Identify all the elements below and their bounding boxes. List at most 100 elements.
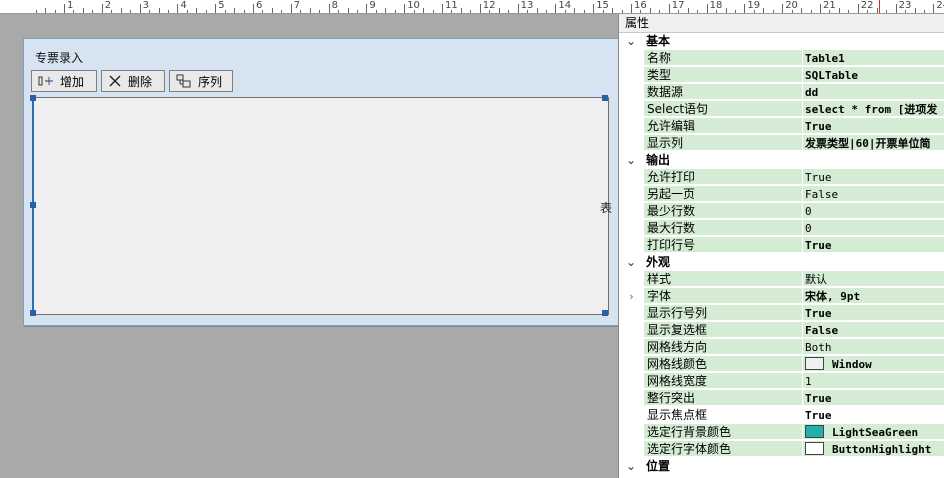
property-row[interactable]: 类型 SQLTable (619, 67, 944, 84)
property-name: 名称 (644, 50, 802, 66)
delete-button[interactable]: 删除 (101, 70, 165, 92)
ruler-tick (564, 10, 566, 13)
ruler-tick (120, 8, 122, 13)
property-panel: 属性 ⌄ 基本 名称 Table1 类型 SQLTable 数据源 dd Select语句 sel… (618, 14, 944, 478)
ruler-tick (111, 10, 113, 13)
ruler-tick (772, 10, 774, 13)
form-window[interactable]: 专票录入 增加 删除 序列 表 (23, 38, 620, 326)
property-row[interactable]: 名称 Table1 (619, 50, 944, 67)
resize-handle-bottom-right[interactable] (602, 310, 608, 316)
property-value[interactable]: False (803, 186, 944, 202)
property-row[interactable]: 选定行背景颜色 LightSeaGreen (619, 424, 944, 441)
property-row[interactable]: › 字体 宋体, 9pt (619, 288, 944, 305)
add-button-label: 增加 (60, 74, 85, 89)
property-row[interactable]: 最大行数 0 (619, 220, 944, 237)
property-value[interactable]: True (803, 237, 944, 253)
ruler-tick (612, 8, 614, 13)
ruler-tick (319, 10, 321, 13)
property-value[interactable]: True (803, 407, 944, 423)
sequence-button[interactable]: 序列 (169, 70, 233, 92)
resize-handle-top-right[interactable] (602, 95, 608, 101)
property-value[interactable]: 0 (803, 203, 944, 219)
ruler-number: 6 (256, 0, 263, 11)
ruler-number: 5 (218, 0, 225, 11)
ruler-tick (498, 8, 500, 13)
property-value[interactable]: False (803, 322, 944, 338)
property-category[interactable]: ⌄ 输出 (619, 152, 944, 169)
ruler-tick (35, 10, 37, 13)
property-value[interactable]: 宋体, 9pt (803, 288, 944, 304)
property-name: 允许编辑 (644, 118, 802, 134)
category-label: 基本 (646, 34, 671, 48)
property-row[interactable]: 最少行数 0 (619, 203, 944, 220)
resize-handle-left[interactable] (30, 202, 36, 208)
property-value[interactable]: 1 (803, 373, 944, 389)
ruler-tick (356, 10, 358, 13)
property-row[interactable]: 整行突出 True (619, 390, 944, 407)
ruler-tick (385, 8, 387, 13)
collapse-chevron-icon[interactable]: ⌄ (626, 152, 638, 169)
ruler-tick (574, 8, 576, 13)
property-row[interactable]: 显示复选框 False (619, 322, 944, 339)
ruler-tick (167, 10, 169, 13)
property-name: 数据源 (644, 84, 802, 100)
property-row[interactable]: 打印行号 True (619, 237, 944, 254)
add-icon (38, 76, 53, 86)
property-category[interactable]: ⌄ 位置 (619, 458, 944, 475)
ruler-tick (290, 4, 292, 13)
property-row[interactable]: 数据源 dd (619, 84, 944, 101)
property-row[interactable]: Select语句 select * from [进项发 (619, 101, 944, 118)
collapse-chevron-icon[interactable]: ⌄ (626, 33, 638, 50)
property-row[interactable]: 网格线宽度 1 (619, 373, 944, 390)
property-value[interactable]: True (803, 118, 944, 134)
resize-handle-top-left[interactable] (30, 95, 36, 101)
property-category[interactable]: ⌄ 外观 (619, 254, 944, 271)
property-row[interactable]: 显示列 发票类型|60|开票单位简 (619, 135, 944, 152)
property-row[interactable]: 另起一页 False (619, 186, 944, 203)
property-row[interactable]: 样式 默认 (619, 271, 944, 288)
property-value[interactable]: SQLTable (803, 67, 944, 83)
property-value[interactable]: Both (803, 339, 944, 355)
property-name: 允许打印 (644, 169, 802, 185)
property-row[interactable]: 允许编辑 True (619, 118, 944, 135)
ruler-tick (489, 10, 491, 13)
property-value[interactable]: ButtonHighlight (803, 441, 944, 457)
property-value[interactable]: Table1 (803, 50, 944, 66)
property-value-text: True (805, 120, 832, 133)
property-value[interactable]: Window (803, 356, 944, 372)
data-table[interactable] (32, 97, 609, 315)
ruler-tick (706, 4, 708, 13)
ruler-number: 8 (331, 0, 338, 11)
collapse-chevron-icon[interactable]: ⌄ (626, 458, 638, 475)
property-row[interactable]: 网格线方向 Both (619, 339, 944, 356)
property-value-text: 默认 (805, 273, 827, 286)
ruler-tick (876, 8, 878, 13)
property-value[interactable]: True (803, 305, 944, 321)
ruler-tick (328, 4, 330, 13)
property-value-text: 1 (805, 375, 812, 388)
property-category[interactable]: ⌄ 基本 (619, 33, 944, 50)
property-row[interactable]: 显示行号列 True (619, 305, 944, 322)
property-row[interactable]: 显示焦点框 True (619, 407, 944, 424)
ruler-tick (820, 4, 821, 13)
property-value[interactable]: True (803, 169, 944, 185)
property-value-text: True (805, 409, 832, 422)
expand-chevron-icon[interactable]: › (619, 288, 644, 305)
property-value[interactable]: 默认 (803, 271, 944, 287)
collapse-chevron-icon[interactable]: ⌄ (626, 254, 638, 271)
resize-handle-bottom-left[interactable] (30, 310, 36, 316)
property-value[interactable]: 0 (803, 220, 944, 236)
add-button[interactable]: 增加 (31, 70, 97, 92)
property-row[interactable]: 允许打印 True (619, 169, 944, 186)
property-value[interactable]: select * from [进项发 (803, 101, 944, 117)
property-name: 显示列 (644, 135, 802, 151)
ruler-tick (668, 4, 670, 13)
property-row[interactable]: 选定行字体颜色 ButtonHighlight (619, 441, 944, 458)
property-value[interactable]: LightSeaGreen (803, 424, 944, 440)
property-value[interactable]: dd (803, 84, 944, 100)
property-value[interactable]: 发票类型|60|开票单位简 (803, 135, 944, 151)
property-row[interactable]: 网格线颜色 Window (619, 356, 944, 373)
ruler-tick (791, 10, 793, 13)
ruler-tick (933, 4, 935, 13)
property-value[interactable]: True (803, 390, 944, 406)
